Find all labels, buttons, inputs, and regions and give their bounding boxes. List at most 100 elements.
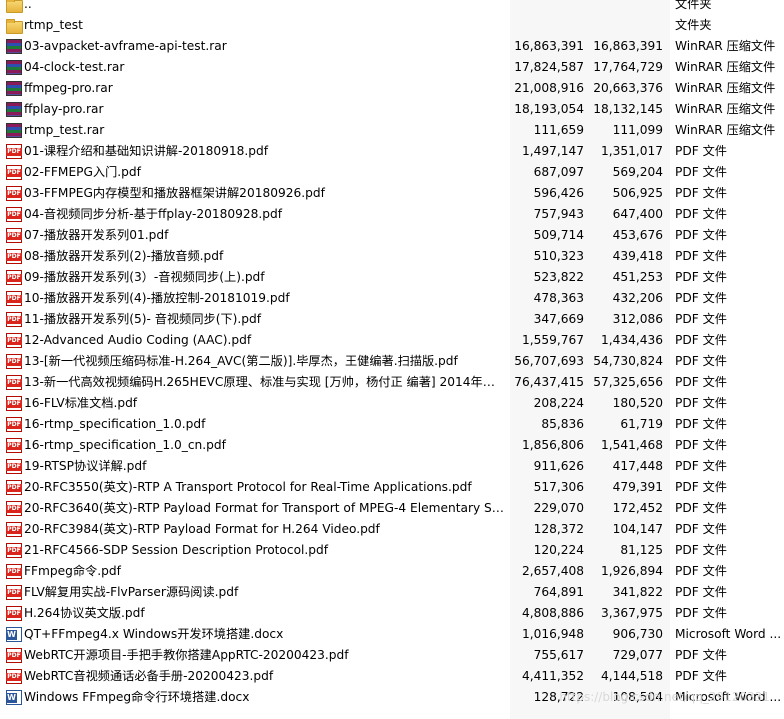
file-row[interactable]: 09-播放器开发系列(3）-音视频同步(上).pdf 523,822 451,253… (0, 267, 784, 288)
file-row[interactable]: 10-播放器开发系列(4)-播放控制-20181019.pdf 478,363 43… (0, 288, 784, 309)
file-row[interactable]: 01-课程介绍和基础知识讲解-20180918.pdf 1,497,147 1,35… (0, 141, 784, 162)
pdf-icon (6, 396, 22, 411)
file-type: PDF 文件 (675, 291, 727, 305)
file-packed-size: 451,253 (612, 270, 663, 284)
file-row[interactable]: 19-RTSP协议详解.pdf 911,626 417,448 PDF 文件 (0, 456, 784, 477)
file-name: rtmp_test.rar (24, 123, 105, 137)
file-packed-size: 506,925 (612, 186, 663, 200)
file-size: 764,891 (533, 585, 584, 599)
file-name: FLV解复用实战-FlvParser源码阅读.pdf (24, 585, 239, 599)
file-row[interactable]: 11-播放器开发系列(5)- 音视频同步(下).pdf 347,669 312,08… (0, 309, 784, 330)
file-size: 478,363 (533, 291, 584, 305)
file-type: Microsoft Word ... (675, 627, 782, 641)
file-row[interactable]: rtmp_test 文件夹 (0, 15, 784, 36)
file-packed-size: 453,676 (612, 228, 663, 242)
file-row[interactable]: 04-clock-test.rar 17,824,587 17,764,729 Win… (0, 57, 784, 78)
file-name: 11-播放器开发系列(5)- 音视频同步(下).pdf (24, 312, 262, 326)
file-name: ffplay-pro.rar (24, 102, 104, 116)
docx-icon (6, 690, 22, 705)
pdf-icon (6, 543, 22, 558)
file-name: .. (24, 0, 32, 11)
file-type: PDF 文件 (675, 522, 727, 536)
file-row[interactable]: FLV解复用实战-FlvParser源码阅读.pdf 764,891 341,822… (0, 582, 784, 603)
file-size: 509,714 (533, 228, 584, 242)
file-row[interactable]: 07-播放器开发系列01.pdf 509,714 453,676 PDF 文件 (0, 225, 784, 246)
file-size: 208,224 (533, 396, 584, 410)
file-size: 1,856,806 (521, 438, 584, 452)
pdf-icon (6, 375, 22, 390)
file-size: 120,224 (533, 543, 584, 557)
file-row[interactable]: 20-RFC3550(英文)-RTP A Transport Protocol … (0, 477, 784, 498)
file-row[interactable]: rtmp_test.rar 111,659 111,099 WinRAR 压缩文件 (0, 120, 784, 141)
file-row[interactable]: 13-新一代高效视频编码H.265HEVC原理、标准与实现 [万帅，杨付正 编著… (0, 372, 784, 393)
file-size: 16,863,391 (514, 39, 584, 53)
file-name: 16-FLV标准文档.pdf (24, 396, 138, 410)
file-name: 13-[新一代视频压缩码标准-H.264_AVC(第二版)].毕厚杰，王健编著.… (24, 354, 458, 368)
file-name: H.264协议英文版.pdf (24, 606, 145, 620)
file-size: 1,497,147 (521, 144, 584, 158)
file-packed-size: 81,125 (620, 543, 663, 557)
file-row[interactable]: 16-rtmp_specification_1.0_cn.pdf 1,856,80… (0, 435, 784, 456)
file-name: 09-播放器开发系列(3）-音视频同步(上).pdf (24, 270, 265, 284)
file-row[interactable]: .. 文件夹 (0, 0, 784, 15)
file-size: 517,306 (533, 480, 584, 494)
pdf-icon (6, 333, 22, 348)
file-packed-size: 432,206 (612, 291, 663, 305)
file-row[interactable]: 03-avpacket-avframe-api-test.rar 16,863,3… (0, 36, 784, 57)
file-row[interactable]: 20-RFC3640(英文)-RTP Payload Format for Tr… (0, 498, 784, 519)
file-row[interactable]: FFmpeg命令.pdf 2,657,408 1,926,894 PDF 文件 (0, 561, 784, 582)
file-name: 16-rtmp_specification_1.0_cn.pdf (24, 438, 226, 452)
file-row[interactable]: WebRTC开源项目-手把手教你搭建AppRTC-20200423.pdf 755… (0, 645, 784, 666)
file-row[interactable]: 16-rtmp_specification_1.0.pdf 85,836 61,71… (0, 414, 784, 435)
file-size: 510,323 (533, 249, 584, 263)
file-row[interactable]: 03-FFMPEG内存模型和播放器框架讲解20180926.pdf 596,426… (0, 183, 784, 204)
pdf-icon (6, 165, 22, 180)
file-list: .. 文件夹 rtmp_test 文件夹 03-avpacket-avframe-api… (0, 0, 784, 708)
file-type: PDF 文件 (675, 228, 727, 242)
file-row[interactable]: 20-RFC3984(英文)-RTP Payload Format for H.… (0, 519, 784, 540)
pdf-icon (6, 312, 22, 327)
file-size: 1,016,948 (521, 627, 584, 641)
file-row[interactable]: H.264协议英文版.pdf 4,808,886 3,367,975 PDF 文件 (0, 603, 784, 624)
file-type: PDF 文件 (675, 165, 727, 179)
file-packed-size: 17,764,729 (593, 60, 663, 74)
file-packed-size: 20,663,376 (593, 81, 663, 95)
pdf-icon (6, 648, 22, 663)
file-packed-size: 172,452 (612, 501, 663, 515)
file-size: 1,559,767 (521, 333, 584, 347)
file-packed-size: 906,730 (612, 627, 663, 641)
file-packed-size: 104,147 (612, 522, 663, 536)
file-type: PDF 文件 (675, 669, 727, 683)
file-row[interactable]: 12-Advanced Audio Coding (AAC).pdf 1,559,… (0, 330, 784, 351)
pdf-icon (6, 228, 22, 243)
pdf-icon (6, 606, 22, 621)
file-name: 08-播放器开发系列(2)-播放音频.pdf (24, 249, 224, 263)
file-row[interactable]: 13-[新一代视频压缩码标准-H.264_AVC(第二版)].毕厚杰，王健编著.… (0, 351, 784, 372)
file-packed-size: 479,391 (612, 480, 663, 494)
file-row[interactable]: ffplay-pro.rar 18,193,054 18,132,145 WinRAR… (0, 99, 784, 120)
file-row[interactable]: 16-FLV标准文档.pdf 208,224 180,520 PDF 文件 (0, 393, 784, 414)
watermark: https://blog.csdn.net/qq_29120331 (559, 690, 770, 704)
file-size: 911,626 (533, 459, 584, 473)
file-row[interactable]: QT+FFmpeg4.x Windows开发环境搭建.docx 1,016,948… (0, 624, 784, 645)
file-row[interactable]: 08-播放器开发系列(2)-播放音频.pdf 510,323 439,418 PDF … (0, 246, 784, 267)
file-size: 687,097 (533, 165, 584, 179)
file-row[interactable]: 04-音视频同步分析-基于ffplay-20180928.pdf 757,943 6… (0, 204, 784, 225)
file-row[interactable]: 02-FFMEPG入门.pdf 687,097 569,204 PDF 文件 (0, 162, 784, 183)
file-packed-size: 341,822 (612, 585, 663, 599)
file-row[interactable]: WebRTC音视频通话必备手册-20200423.pdf 4,411,352 4,1… (0, 666, 784, 687)
file-packed-size: 18,132,145 (593, 102, 663, 116)
file-row[interactable]: 21-RFC4566-SDP Session Description Proto… (0, 540, 784, 561)
file-name: 20-RFC3640(英文)-RTP Payload Format for Tr… (24, 501, 506, 515)
file-row[interactable]: ffmpeg-pro.rar 21,008,916 20,663,376 WinRAR… (0, 78, 784, 99)
pdf-icon (6, 417, 22, 432)
folder-icon (6, 0, 23, 13)
file-type: PDF 文件 (675, 438, 727, 452)
file-name: 02-FFMEPG入门.pdf (24, 165, 141, 179)
pdf-icon (6, 438, 22, 453)
file-name: QT+FFmpeg4.x Windows开发环境搭建.docx (24, 627, 284, 641)
file-type: PDF 文件 (675, 543, 727, 557)
file-packed-size: 1,926,894 (600, 564, 663, 578)
pdf-icon (6, 564, 22, 579)
file-type: PDF 文件 (675, 501, 727, 515)
